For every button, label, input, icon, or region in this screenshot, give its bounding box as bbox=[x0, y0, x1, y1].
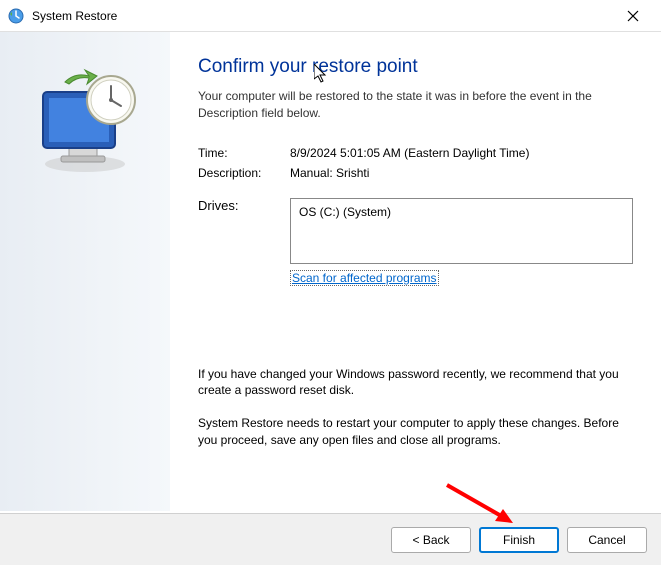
cancel-button[interactable]: Cancel bbox=[567, 527, 647, 553]
drive-item: OS (C:) (System) bbox=[299, 205, 391, 219]
restore-graphic-icon bbox=[25, 66, 145, 179]
page-heading: Confirm your restore point bbox=[198, 56, 633, 78]
time-value: 8/9/2024 5:01:05 AM (Eastern Daylight Ti… bbox=[290, 146, 633, 160]
password-note: If you have changed your Windows passwor… bbox=[198, 366, 633, 400]
notes-section: If you have changed your Windows passwor… bbox=[198, 366, 633, 449]
window-title: System Restore bbox=[32, 9, 613, 23]
main-panel: Confirm your restore point Your computer… bbox=[170, 32, 661, 511]
scan-link-wrap: Scan for affected programs bbox=[290, 270, 633, 286]
description-label: Description: bbox=[198, 166, 290, 180]
titlebar: System Restore bbox=[0, 0, 661, 32]
sidebar bbox=[0, 32, 170, 511]
restart-note: System Restore needs to restart your com… bbox=[198, 415, 633, 449]
description-row: Description: Manual: Srishti bbox=[198, 166, 633, 180]
description-value: Manual: Srishti bbox=[290, 166, 633, 180]
finish-button[interactable]: Finish bbox=[479, 527, 559, 553]
drives-list: OS (C:) (System) bbox=[290, 198, 633, 264]
content-area: Confirm your restore point Your computer… bbox=[0, 32, 661, 511]
back-button[interactable]: < Back bbox=[391, 527, 471, 553]
scan-affected-link[interactable]: Scan for affected programs bbox=[290, 270, 439, 286]
time-label: Time: bbox=[198, 146, 290, 160]
system-restore-icon bbox=[8, 8, 24, 24]
time-row: Time: 8/9/2024 5:01:05 AM (Eastern Dayli… bbox=[198, 146, 633, 160]
footer-buttons: < Back Finish Cancel bbox=[0, 513, 661, 565]
close-button[interactable] bbox=[613, 2, 653, 30]
drives-label: Drives: bbox=[198, 198, 290, 213]
drives-row: Drives: OS (C:) (System) bbox=[198, 198, 633, 264]
page-subtext: Your computer will be restored to the st… bbox=[198, 88, 633, 122]
